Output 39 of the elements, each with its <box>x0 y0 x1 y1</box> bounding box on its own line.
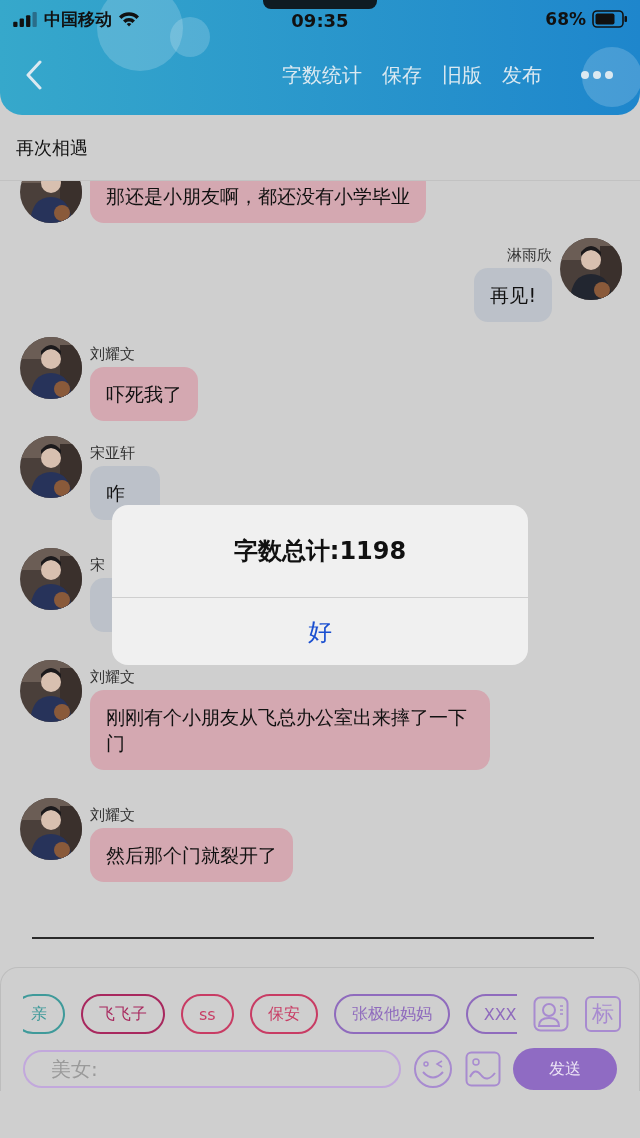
quick-tag[interactable]: 保安 <box>249 994 318 1034</box>
quick-tag[interactable]: ss <box>181 994 234 1034</box>
message-text: 再见! <box>490 284 536 306</box>
message-text: 咋 <box>106 482 125 504</box>
battery-percent: 68% <box>545 9 586 29</box>
sender-name: 刘耀文 <box>90 345 135 363</box>
battery-icon <box>592 10 628 28</box>
bubble-decoration <box>582 47 640 107</box>
more-icon[interactable] <box>580 70 614 80</box>
sender-name: 宋亚轩 <box>90 444 135 462</box>
header-action[interactable]: 发布 <box>502 61 542 89</box>
send-button[interactable]: 发送 <box>513 1048 617 1090</box>
quick-tag[interactable]: 亲 <box>23 994 65 1034</box>
message-text: 刚刚有个小朋友从飞总办公室出来摔了一下门 <box>106 706 467 754</box>
sender-name: 刘耀文 <box>90 668 135 686</box>
contact-card-icon[interactable] <box>533 996 569 1032</box>
emoji-icon[interactable] <box>413 1049 453 1089</box>
message-text: 吓死我了 <box>106 383 182 405</box>
carrier-name: 中国移动 <box>44 7 112 31</box>
header-action[interactable]: 保存 <box>382 61 422 89</box>
sender-name: 刘耀文 <box>90 806 135 824</box>
wifi-icon <box>118 11 140 27</box>
tag-button[interactable]: 标 <box>585 996 621 1032</box>
message-text: 那还是小朋友啊，都还没有小学毕业 <box>106 185 410 207</box>
signal-icon <box>12 11 38 27</box>
quick-tag[interactable]: 飞飞子 <box>81 994 165 1034</box>
sender-name: 淋雨欣 <box>507 246 552 264</box>
header-action[interactable]: 字数统计 <box>282 61 362 89</box>
quick-tag[interactable]: XXX <box>465 994 517 1034</box>
message-text: 然后那个门就裂开了 <box>106 844 277 866</box>
ok-button[interactable]: 好 <box>112 598 528 665</box>
image-icon[interactable] <box>465 1051 501 1087</box>
back-icon[interactable] <box>26 60 42 90</box>
clock-time: 09:35 <box>290 10 350 31</box>
header-action[interactable]: 旧版 <box>442 61 482 89</box>
alert-title: 字数总计:1198 <box>112 505 528 598</box>
chat-title: 再次相遇 <box>16 135 88 160</box>
sender-name: 宋 <box>90 556 105 574</box>
quick-tag[interactable]: 张极他妈妈 <box>333 994 450 1034</box>
